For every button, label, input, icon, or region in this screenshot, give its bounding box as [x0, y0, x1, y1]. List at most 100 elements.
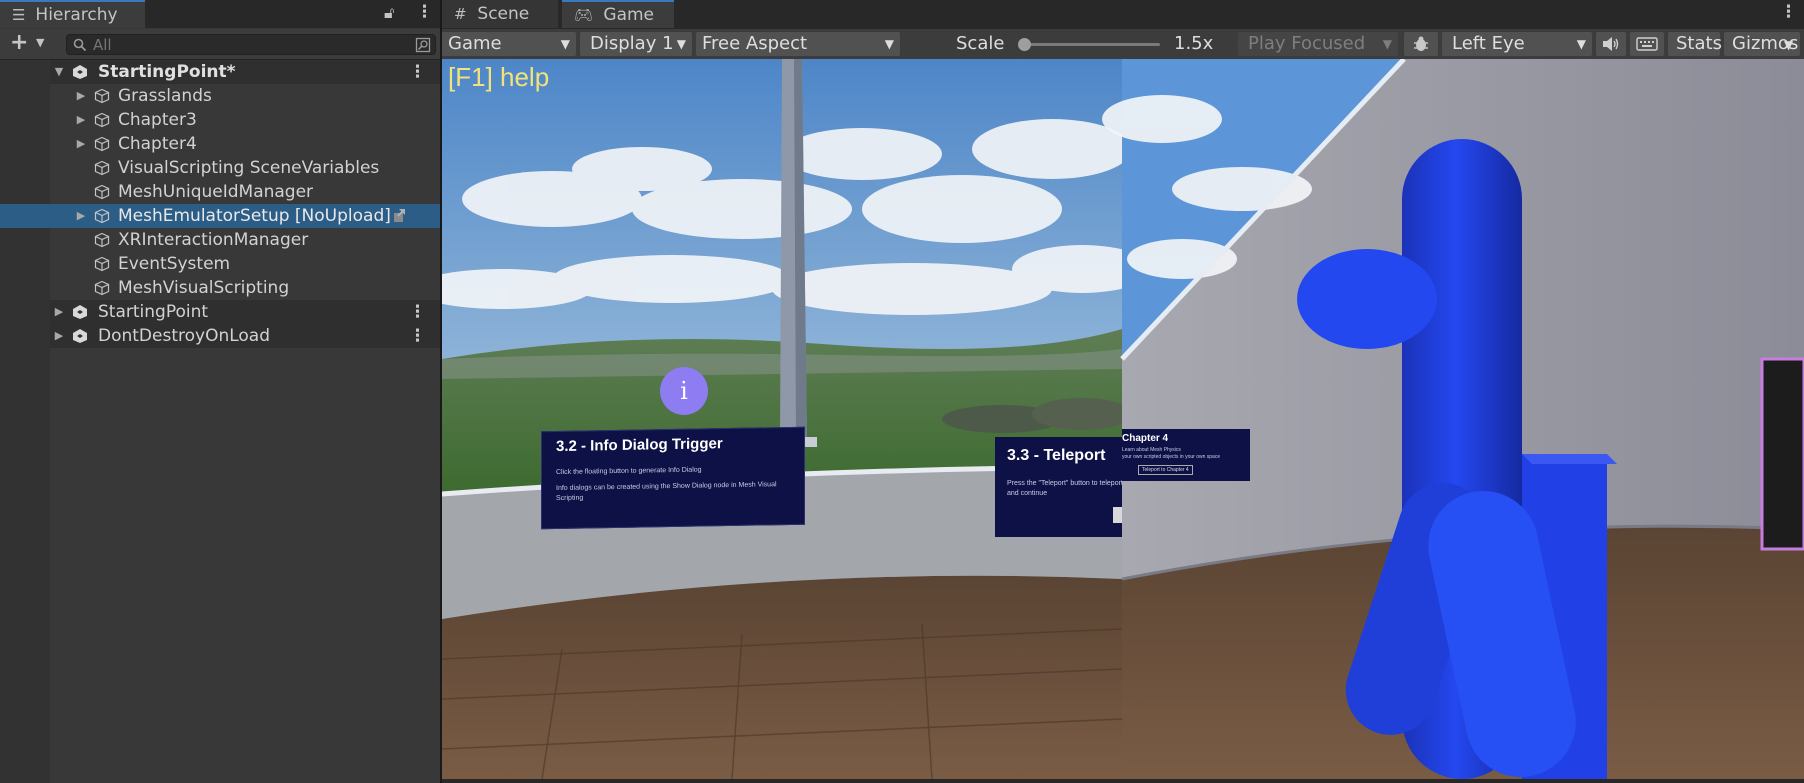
collapsed-arrow-icon[interactable]: ▶	[74, 132, 88, 156]
tab-game[interactable]: 🎮︎ Game	[562, 0, 674, 28]
card-bullet: Press the "Teleport" button to teleport …	[1007, 480, 1122, 497]
card-title: 3.3 - Teleport	[1007, 447, 1106, 464]
stats-label: Stats	[1676, 33, 1722, 54]
shortcuts-toggle[interactable]	[1630, 32, 1664, 56]
keyboard-icon	[1636, 37, 1658, 51]
hierarchy-item-chapter3[interactable]: ▶ Chapter3	[0, 108, 440, 132]
scene-menu-icon[interactable]: ⋮	[409, 324, 426, 348]
collapsed-arrow-icon[interactable]: ▶	[52, 324, 66, 348]
scene-label: DontDestroyOnLoad	[98, 326, 271, 346]
stats-button[interactable]: Stats	[1668, 32, 1722, 56]
hierarchy-item-label: XRInteractionManager	[118, 230, 309, 250]
lock-icon[interactable]: 🔓︎	[384, 3, 394, 23]
play-focused-label: Play Focused	[1248, 33, 1366, 54]
scene-menu-icon[interactable]: ⋮	[409, 300, 426, 324]
card-bullet: Info dialogs can be created using the Sh…	[556, 481, 777, 503]
tree-gutter	[0, 132, 50, 156]
scale-label: Scale	[956, 33, 1005, 54]
teleport-chapter4-button[interactable]: Teleport to Chapter 4	[1138, 465, 1193, 475]
right-eye-view	[1102, 59, 1804, 779]
play-focused-dropdown[interactable]: Play Focused ▼	[1238, 32, 1398, 56]
tree-gutter	[0, 276, 50, 300]
info-dialog-card: 3.2 - Info Dialog Trigger Click the floa…	[541, 426, 805, 530]
hierarchy-item-label: MeshVisualScripting	[118, 278, 290, 298]
collapsed-arrow-icon[interactable]: ▶	[74, 108, 88, 132]
add-icon[interactable]: +	[10, 30, 28, 55]
eye-dropdown-label: Left Eye	[1452, 33, 1525, 54]
tab-hierarchy[interactable]: ☰ Hierarchy	[0, 0, 145, 28]
hierarchy-item-meshemulatorsetup[interactable]: ▶ MeshEmulatorSetup [NoUpload]	[0, 204, 440, 228]
scene-row-dontdestroyonload[interactable]: ▶ DontDestroyOnLoad ⋮	[0, 324, 440, 348]
tree-gutter	[0, 252, 50, 276]
card-title: 3.2 - Info Dialog Trigger	[556, 435, 723, 456]
collapsed-arrow-icon[interactable]: ▶	[74, 84, 88, 108]
scale-value: 1.5x	[1174, 33, 1214, 54]
hierarchy-item-meshvisualscripting[interactable]: MeshVisualScripting	[0, 276, 440, 300]
game-viewport[interactable]: i [F1] help 3.2 - Info Dialog Trigger Cl…	[442, 59, 1804, 779]
teleport-card: 3.3 - Teleport Press the "Teleport" butt…	[995, 437, 1122, 537]
chevron-down-icon[interactable]: ▼	[36, 36, 44, 49]
chevron-down-icon: ▼	[884, 37, 894, 51]
tab-scene[interactable]: # Scene	[442, 0, 558, 28]
eye-dropdown[interactable]: Left Eye ▼	[1442, 32, 1592, 56]
gameobject-cube-icon	[94, 112, 110, 128]
collapsed-arrow-icon[interactable]: ▶	[52, 300, 66, 324]
hierarchy-item-label: Chapter3	[118, 110, 197, 130]
aspect-dropdown[interactable]: Free Aspect ▼	[696, 32, 900, 56]
scale-slider-thumb[interactable]	[1018, 38, 1031, 51]
gameobject-cube-icon	[94, 88, 110, 104]
tree-gutter	[0, 60, 50, 84]
hierarchy-item-meshuniqueidmanager[interactable]: MeshUniqueIdManager	[0, 180, 440, 204]
search-field[interactable]	[66, 34, 436, 55]
scene-menu-icon[interactable]: ⋮	[409, 60, 426, 84]
hierarchy-tabstrip: ☰ Hierarchy 🔓︎ ⋮	[0, 0, 440, 28]
tree-gutter	[0, 156, 50, 180]
hierarchy-item-eventsystem[interactable]: EventSystem	[0, 252, 440, 276]
bug-icon	[1414, 36, 1428, 51]
scene-label: StartingPoint	[98, 302, 209, 322]
debug-toggle[interactable]	[1404, 32, 1438, 56]
scene-row-startingpoint[interactable]: ▶ StartingPoint ⋮	[0, 300, 440, 324]
expand-arrow-icon[interactable]: ▼	[52, 60, 66, 84]
hierarchy-item-xrinteractionmanager[interactable]: XRInteractionManager	[0, 228, 440, 252]
mode-dropdown[interactable]: Game ▼	[442, 32, 576, 56]
chevron-down-icon: ▼	[1576, 37, 1586, 51]
tree-gutter	[0, 348, 50, 783]
search-icon	[73, 38, 87, 52]
game-toolbar: Game ▼ Display 1 ▼ Free Aspect ▼ Scale 1…	[442, 29, 1804, 59]
more-options-icon[interactable]: ⋮	[1780, 2, 1797, 22]
view-tabstrip: # Scene 🎮︎ Game ⋮	[442, 0, 1804, 28]
tree-gutter	[0, 228, 50, 252]
hierarchy-item-label: MeshUniqueIdManager	[118, 182, 314, 202]
scene-row-startingpoint-modified[interactable]: ▼ StartingPoint* ⋮	[0, 60, 440, 84]
tab-hierarchy-label: Hierarchy	[35, 5, 118, 25]
search-input[interactable]	[93, 35, 393, 54]
display-dropdown[interactable]: Display 1 ▼	[580, 32, 692, 56]
gizmos-chevron-down-icon[interactable]: ▼	[1784, 38, 1793, 52]
hierarchy-item-visualscripting-scenevariables[interactable]: VisualScripting SceneVariables	[0, 156, 440, 180]
prefab-edit-icon[interactable]	[390, 208, 406, 224]
more-options-icon[interactable]: ⋮	[416, 2, 433, 22]
scene-search-icon[interactable]	[415, 37, 431, 53]
tree-gutter	[0, 84, 50, 108]
speaker-icon	[1603, 37, 1619, 51]
gameobject-cube-icon	[94, 184, 110, 200]
scale-slider[interactable]	[1018, 38, 1160, 51]
collapsed-arrow-icon[interactable]: ▶	[74, 204, 88, 228]
teleport-button[interactable]	[1113, 507, 1122, 523]
gameobject-cube-icon	[94, 280, 110, 296]
info-dialog-trigger-icon[interactable]: i	[660, 367, 708, 415]
left-eye-view	[442, 59, 1152, 779]
gameobject-cube-icon	[94, 232, 110, 248]
card-text: Learn about Mesh Physics	[1122, 447, 1181, 453]
hash-icon: #	[454, 5, 467, 23]
aspect-dropdown-label: Free Aspect	[702, 33, 808, 54]
hierarchy-tree: ▼ StartingPoint* ⋮ ▶ Grasslands ▶ Chapte…	[0, 60, 440, 783]
hierarchy-item-chapter4[interactable]: ▶ Chapter4	[0, 132, 440, 156]
hierarchy-item-label: VisualScripting SceneVariables	[118, 158, 380, 178]
tree-gutter	[0, 324, 50, 348]
mode-dropdown-label: Game	[448, 33, 502, 54]
hierarchy-item-grasslands[interactable]: ▶ Grasslands	[0, 84, 440, 108]
unity-scene-icon	[73, 65, 87, 79]
mute-audio-toggle[interactable]	[1596, 32, 1626, 56]
